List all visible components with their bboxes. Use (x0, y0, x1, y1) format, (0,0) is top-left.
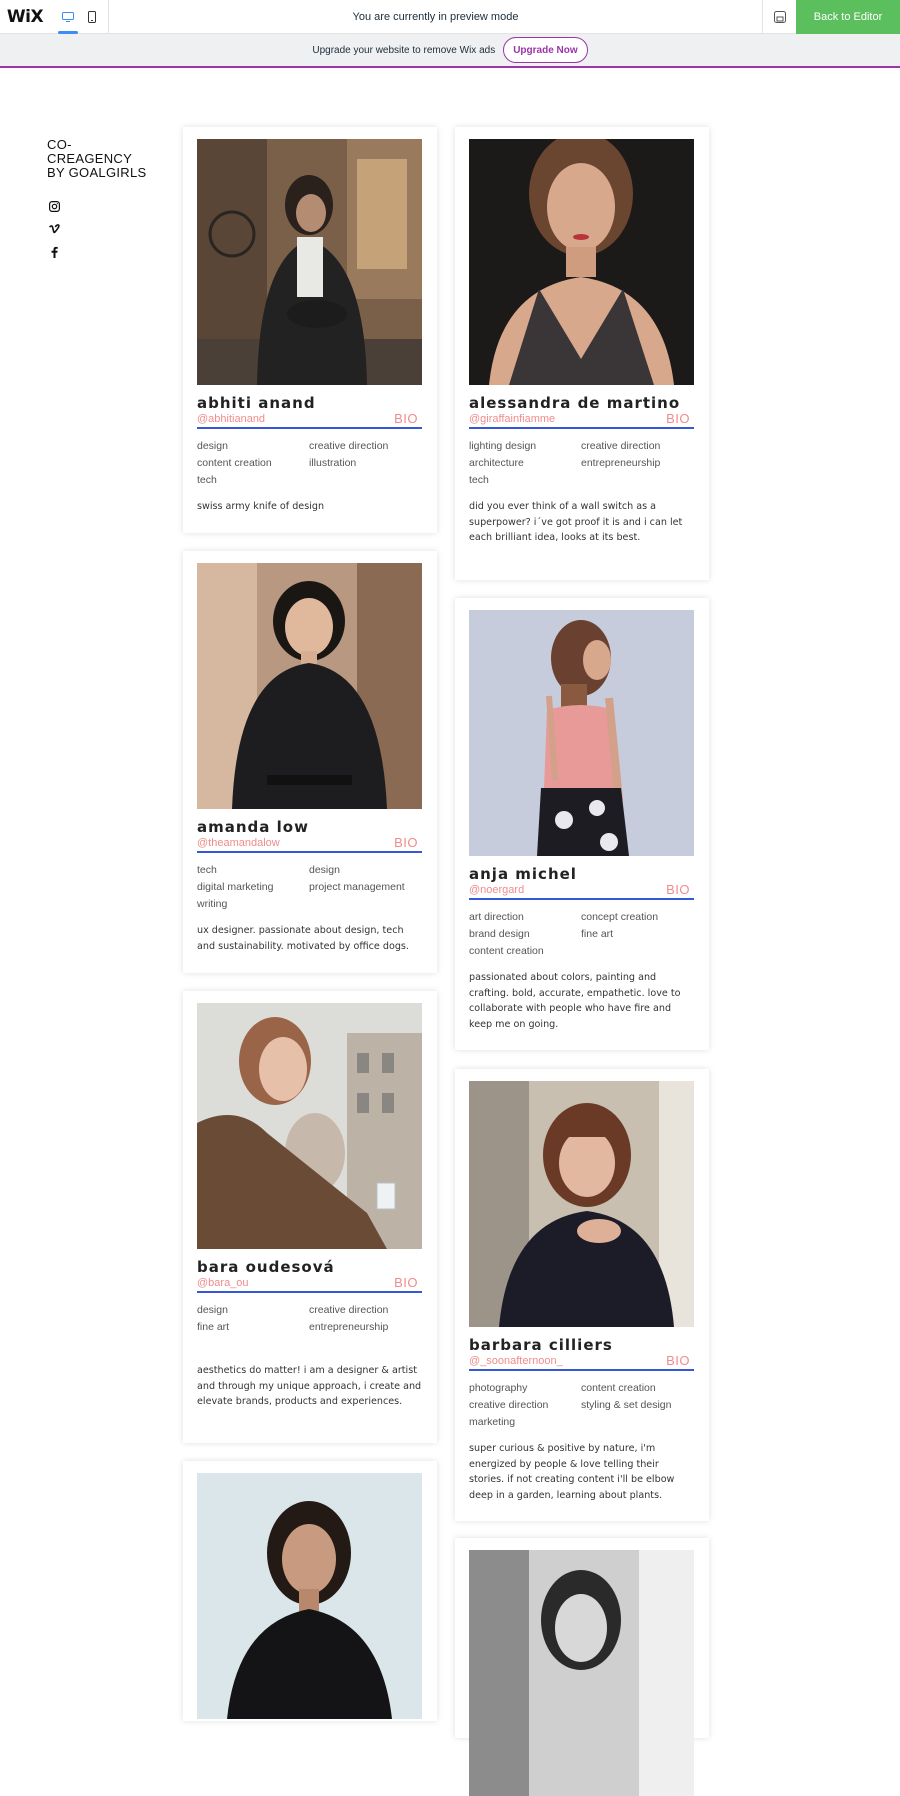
tag: creative direction (469, 1399, 549, 1411)
member-description: aesthetics do matter! i am a designer & … (197, 1365, 422, 1407)
bio-link[interactable]: BIO (394, 411, 418, 426)
member-card: bara oudesová @bara_ou BIO design creati… (183, 991, 437, 1443)
member-description: super curious & positive by nature, i'm … (469, 1443, 675, 1501)
brand-line: CREAGENCY (47, 151, 133, 166)
tag: architecture (469, 457, 524, 469)
bio-link[interactable]: BIO (666, 882, 690, 897)
member-description: passionated about colors, painting and c… (469, 972, 681, 1030)
vimeo-icon[interactable] (48, 223, 60, 235)
member-photo (469, 610, 694, 856)
tag: project management (309, 881, 405, 893)
member-card: anja michel @noergard BIO art direction … (455, 598, 709, 1050)
member-tags: art direction concept creation brand des… (469, 910, 694, 958)
site-logo-text[interactable]: CO- CREAGENCY BY GOALGIRLS (47, 138, 146, 180)
tag: tech (197, 864, 217, 876)
tag: lighting design (469, 440, 537, 452)
member-handle[interactable]: @bara_ou (197, 1277, 249, 1289)
member-photo (197, 563, 422, 809)
tag: creative direction (309, 440, 389, 452)
tag: design (309, 864, 340, 876)
tag: styling & set design (581, 1399, 672, 1411)
tag: creative direction (309, 1304, 389, 1316)
member-tags: lighting design creative direction archi… (469, 439, 694, 487)
handle-row: @giraffainfiamme BIO (469, 411, 694, 429)
member-photo (197, 1003, 422, 1249)
tag: tech (197, 474, 217, 486)
tag: content creation (197, 457, 272, 469)
member-description: did you ever think of a wall switch as a… (469, 501, 683, 543)
member-photo (469, 139, 694, 385)
desktop-view-icon[interactable] (58, 0, 78, 34)
member-tags: design creative direction content creati… (197, 439, 422, 487)
member-card (455, 1538, 709, 1796)
facebook-icon[interactable] (48, 246, 60, 258)
member-name: alessandra de martino (469, 394, 681, 412)
member-name: amanda low (197, 818, 309, 836)
member-card: barbara cilliers @_soonafternoon_ BIO ph… (455, 1069, 709, 1521)
tag: fine art (197, 1321, 230, 1333)
member-description: ux designer. passionate about design, te… (197, 925, 409, 952)
wix-logo[interactable]: WiX (0, 0, 50, 34)
tag: entrepreneurship (309, 1321, 389, 1333)
member-handle[interactable]: @theamandalow (197, 837, 280, 849)
member-photo (469, 1550, 694, 1796)
tag: brand design (469, 928, 530, 940)
member-handle[interactable]: @_soonafternoon_ (469, 1355, 563, 1367)
bio-link[interactable]: BIO (666, 411, 690, 426)
tag: fine art (581, 928, 614, 940)
upgrade-text: Upgrade your website to remove Wix ads (312, 44, 496, 56)
member-name: barbara cilliers (469, 1336, 613, 1354)
bio-link[interactable]: BIO (666, 1353, 690, 1368)
upgrade-now-button[interactable]: Upgrade Now (503, 37, 588, 63)
brand-line: CO- (47, 137, 72, 152)
member-tags: design creative direction fine art entre… (197, 1303, 422, 1334)
member-name: abhiti anand (197, 394, 316, 412)
tag: writing (197, 898, 228, 910)
member-photo (197, 139, 422, 385)
tag: art direction (469, 911, 524, 923)
tag: photography (469, 1382, 528, 1394)
member-handle[interactable]: @noergard (469, 884, 524, 896)
instagram-icon[interactable] (48, 200, 60, 212)
member-card: amanda low @theamandalow BIO tech design… (183, 551, 437, 973)
tag: creative direction (581, 440, 661, 452)
brand-line: BY GOALGIRLS (47, 165, 147, 180)
tag: tech (469, 474, 489, 486)
handle-row: @theamandalow BIO (197, 835, 422, 853)
member-tags: photography content creation creative di… (469, 1381, 694, 1429)
member-tags: tech design digital marketing project ma… (197, 863, 422, 911)
member-description: swiss army knife of design (197, 501, 325, 512)
member-photo (469, 1081, 694, 1327)
back-to-editor-button[interactable]: Back to Editor (796, 0, 900, 34)
tag: concept creation (581, 911, 659, 923)
member-handle[interactable]: @abhitianand (197, 413, 265, 425)
tag: content creation (469, 945, 544, 957)
wix-preview-bar: WiX You are currently in preview mode Ba… (0, 0, 900, 34)
member-photo (197, 1473, 422, 1719)
member-handle[interactable]: @giraffainfiamme (469, 413, 555, 425)
mobile-view-icon[interactable] (86, 0, 98, 34)
handle-row: @_soonafternoon_ BIO (469, 1353, 694, 1371)
member-card: abhiti anand @abhitianand BIO design cre… (183, 127, 437, 533)
preview-mode-message: You are currently in preview mode (352, 10, 519, 23)
tag: design (197, 1304, 228, 1316)
handle-row: @noergard BIO (469, 882, 694, 900)
handle-row: @abhitianand BIO (197, 411, 422, 429)
tag: marketing (469, 1416, 516, 1428)
tag: entrepreneurship (581, 457, 661, 469)
upgrade-banner: Upgrade your website to remove Wix ads U… (0, 34, 900, 68)
device-toggle (50, 0, 109, 34)
tag: digital marketing (197, 881, 274, 893)
member-name: anja michel (469, 865, 577, 883)
member-card (183, 1461, 437, 1721)
bio-link[interactable]: BIO (394, 835, 418, 850)
bio-link[interactable]: BIO (394, 1275, 418, 1290)
member-card: alessandra de martino @giraffainfiamme B… (455, 127, 709, 580)
tag: illustration (309, 457, 357, 469)
handle-row: @bara_ou BIO (197, 1275, 422, 1293)
tag: content creation (581, 1382, 656, 1394)
tag: design (197, 440, 228, 452)
save-icon[interactable] (762, 0, 796, 34)
member-name: bara oudesová (197, 1258, 335, 1276)
